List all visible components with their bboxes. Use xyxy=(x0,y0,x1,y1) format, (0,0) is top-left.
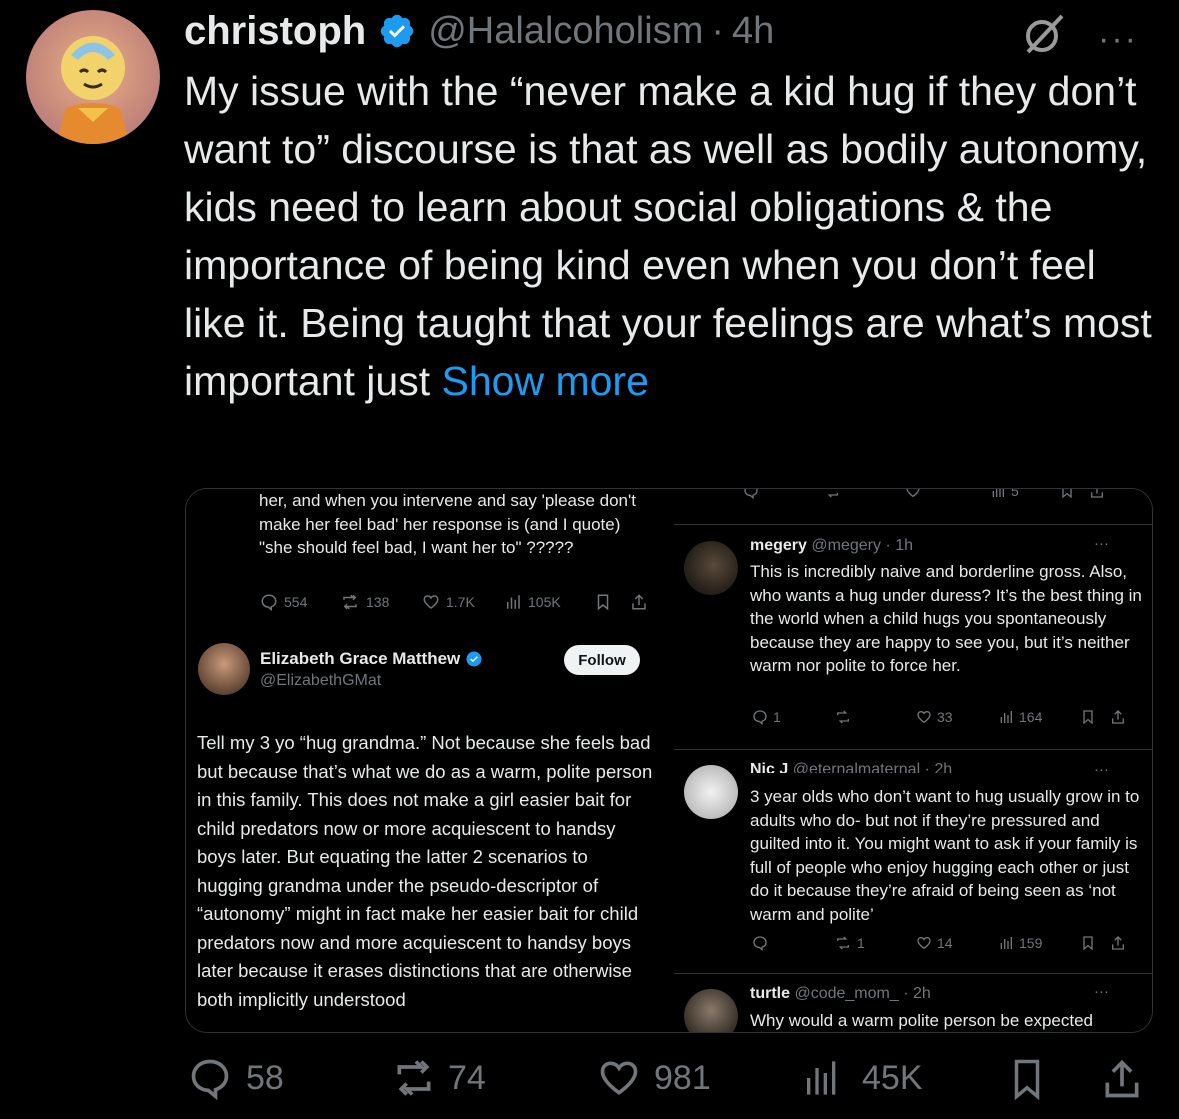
right-screenshot: 5 megery @megery · 1h ··· This is incred… xyxy=(674,489,1152,1032)
like-icon xyxy=(423,595,439,609)
left-views: 105K xyxy=(504,593,594,611)
left-action-bar: 554 138 1.7K 105K xyxy=(260,593,650,611)
left-reply: 554 xyxy=(260,593,340,611)
verified-icon xyxy=(466,651,482,667)
views-icon xyxy=(992,489,1004,497)
views-count: 45K xyxy=(862,1058,923,1097)
follow-button: Follow xyxy=(564,645,640,675)
attached-image[interactable]: her, and when you intervene and say 'ple… xyxy=(185,488,1153,1033)
author-name[interactable]: christoph xyxy=(184,9,366,54)
left-like: 1.7K xyxy=(422,593,504,611)
like-button[interactable]: 981 xyxy=(596,1056,711,1100)
repost-icon xyxy=(826,489,838,498)
show-more-link[interactable]: Show more xyxy=(442,358,649,404)
views-icon xyxy=(807,1061,836,1095)
right-top-views: 5 xyxy=(990,489,1019,499)
like-icon xyxy=(917,936,931,950)
like-icon xyxy=(906,489,920,498)
nicj-handle: @eternalmaternal · 2h xyxy=(792,761,953,773)
repost-icon xyxy=(837,936,849,950)
megery-text: This is incredibly naive and borderline … xyxy=(750,562,1142,675)
share-icon xyxy=(1105,1059,1139,1098)
bookmark-button[interactable] xyxy=(1006,1056,1048,1102)
reply-icon xyxy=(261,594,277,611)
elizabeth-name: Elizabeth Grace Matthew xyxy=(260,649,461,668)
panel-gap xyxy=(664,489,674,1032)
views-icon xyxy=(1000,711,1012,723)
bookmark-icon xyxy=(597,594,609,611)
elizabeth-name-row: Elizabeth Grace Matthew xyxy=(260,649,483,669)
tweet-header: christoph @Halalcoholism · 4h xyxy=(184,6,774,56)
share-icon xyxy=(1090,489,1103,498)
reply-icon xyxy=(753,710,767,725)
turtle-header: turtle @code_mom_ · 2h xyxy=(750,985,931,1003)
repost-icon xyxy=(343,594,357,610)
reply-button[interactable]: 58 xyxy=(188,1056,284,1100)
reply-avatar-nicj xyxy=(684,765,738,819)
bookmark-icon xyxy=(1014,1059,1040,1101)
share-icon xyxy=(1112,936,1124,950)
bookmark-icon xyxy=(1083,710,1093,725)
left-repost: 138 xyxy=(340,593,422,611)
reply-avatar-turtle xyxy=(684,989,738,1032)
share-icon xyxy=(632,594,646,610)
nicj-text: 3 year olds who don’t want to hug usuall… xyxy=(750,787,1140,924)
repost-icon xyxy=(397,1060,431,1096)
reply-icon xyxy=(753,936,767,951)
verified-icon xyxy=(381,14,414,48)
repost-count: 74 xyxy=(448,1058,486,1097)
share-button[interactable] xyxy=(1100,1056,1144,1102)
turtle-text: Why would a warm polite person be expect… xyxy=(750,1011,1094,1030)
more-icon: ··· xyxy=(1094,535,1109,552)
turtle-name: turtle xyxy=(750,985,790,1002)
elizabeth-handle: @ElizabethGMat xyxy=(260,672,382,689)
megery-actions: 1 33 164 xyxy=(752,709,1147,725)
right-top-action-bar: 5 xyxy=(742,489,1142,499)
nicj-actions: 1 14 159 xyxy=(752,935,1147,951)
megery-name: megery xyxy=(750,537,807,554)
megery-header: megery @megery · 1h xyxy=(750,537,913,555)
more-icon: ··· xyxy=(1094,761,1109,778)
author-handle[interactable]: @Halalcoholism xyxy=(428,10,703,53)
elizabeth-reply-text: Tell my 3 yo “hug grandma.” Not because … xyxy=(197,732,653,1010)
views-icon xyxy=(507,595,520,609)
grok-icon[interactable] xyxy=(1022,12,1066,56)
tweet-text: My issue with the “never make a kid hug … xyxy=(184,62,1164,410)
repost-button[interactable]: 74 xyxy=(388,1056,486,1100)
tweet-time[interactable]: 4h xyxy=(732,10,774,53)
reply-count: 58 xyxy=(246,1058,284,1097)
reply-icon xyxy=(744,489,758,499)
more-icon[interactable]: ··· xyxy=(1098,20,1138,59)
repost-icon xyxy=(837,710,849,724)
reply-icon xyxy=(191,1059,229,1100)
like-count: 981 xyxy=(654,1058,711,1097)
reply-avatar-megery xyxy=(684,541,738,595)
header-separator: · xyxy=(711,9,725,52)
bookmark-icon xyxy=(1062,489,1072,499)
reply-avatar-elizabeth xyxy=(198,643,250,695)
nicj-header: Nic J @eternalmaternal · 2h xyxy=(750,759,952,773)
author-avatar[interactable] xyxy=(26,10,160,144)
views-icon xyxy=(1000,937,1012,949)
views-button[interactable]: 45K xyxy=(802,1056,923,1100)
more-icon: ··· xyxy=(1094,983,1109,1000)
divider xyxy=(674,973,1152,974)
left-screenshot: her, and when you intervene and say 'ple… xyxy=(186,489,664,1032)
turtle-handle: @code_mom_ · 2h xyxy=(794,985,931,1002)
nicj-name: Nic J xyxy=(750,761,789,773)
like-icon xyxy=(600,1061,638,1095)
divider xyxy=(674,749,1152,750)
megery-handle: @megery · 1h xyxy=(811,537,913,554)
left-top-text: her, and when you intervene and say 'ple… xyxy=(259,491,636,557)
tweet-body: My issue with the “never make a kid hug … xyxy=(184,68,1152,404)
bookmark-icon xyxy=(1083,936,1093,951)
divider xyxy=(674,524,1152,525)
share-icon xyxy=(1112,710,1124,724)
like-icon xyxy=(917,710,931,724)
